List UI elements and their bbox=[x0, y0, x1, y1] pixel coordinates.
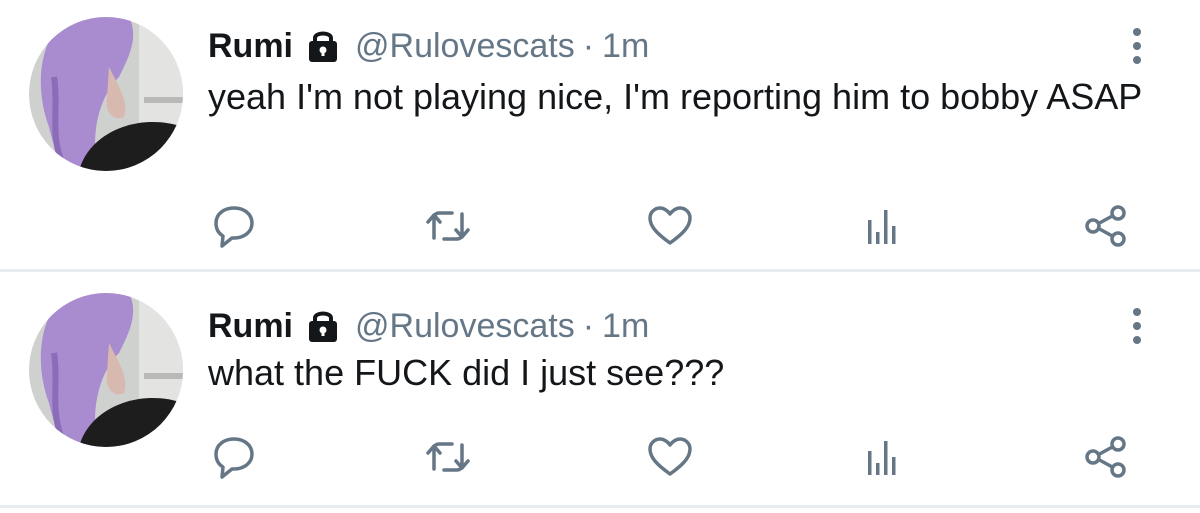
timeline: Rumi @Rulovescats · 1m yeah I'm not play… bbox=[0, 0, 1200, 513]
display-name[interactable]: Rumi bbox=[208, 27, 293, 66]
tweet-actions bbox=[0, 202, 1200, 250]
lock-icon bbox=[305, 308, 341, 344]
retweet-icon[interactable] bbox=[424, 202, 472, 250]
stats-icon[interactable] bbox=[858, 433, 906, 481]
separator-dot: · bbox=[582, 306, 595, 345]
tweet-text: yeah I'm not playing nice, I'm reporting… bbox=[208, 76, 1143, 117]
more-icon[interactable] bbox=[1121, 22, 1153, 70]
tweet-header: Rumi @Rulovescats · 1m bbox=[208, 302, 649, 350]
tweet[interactable]: Rumi @Rulovescats · 1m what the FUCK did… bbox=[0, 272, 1200, 508]
reply-icon[interactable] bbox=[210, 433, 258, 481]
share-icon[interactable] bbox=[1082, 202, 1130, 250]
username-handle[interactable]: @Rulovescats bbox=[355, 27, 575, 66]
stats-icon[interactable] bbox=[858, 202, 906, 250]
timestamp[interactable]: 1m bbox=[602, 307, 649, 346]
separator-dot: · bbox=[582, 26, 595, 65]
like-icon[interactable] bbox=[646, 202, 694, 250]
display-name[interactable]: Rumi bbox=[208, 307, 293, 346]
timestamp[interactable]: 1m bbox=[602, 27, 649, 66]
avatar[interactable] bbox=[29, 293, 183, 447]
retweet-icon[interactable] bbox=[424, 433, 472, 481]
tweet-header: Rumi @Rulovescats · 1m bbox=[208, 22, 649, 70]
tweet-actions bbox=[0, 433, 1200, 481]
username-handle[interactable]: @Rulovescats bbox=[355, 307, 575, 346]
tweet-text: what the FUCK did I just see??? bbox=[208, 352, 725, 393]
tweet[interactable]: Rumi @Rulovescats · 1m yeah I'm not play… bbox=[0, 0, 1200, 272]
like-icon[interactable] bbox=[646, 433, 694, 481]
more-icon[interactable] bbox=[1121, 302, 1153, 350]
avatar[interactable] bbox=[29, 17, 183, 171]
share-icon[interactable] bbox=[1082, 433, 1130, 481]
lock-icon bbox=[305, 28, 341, 64]
reply-icon[interactable] bbox=[210, 202, 258, 250]
